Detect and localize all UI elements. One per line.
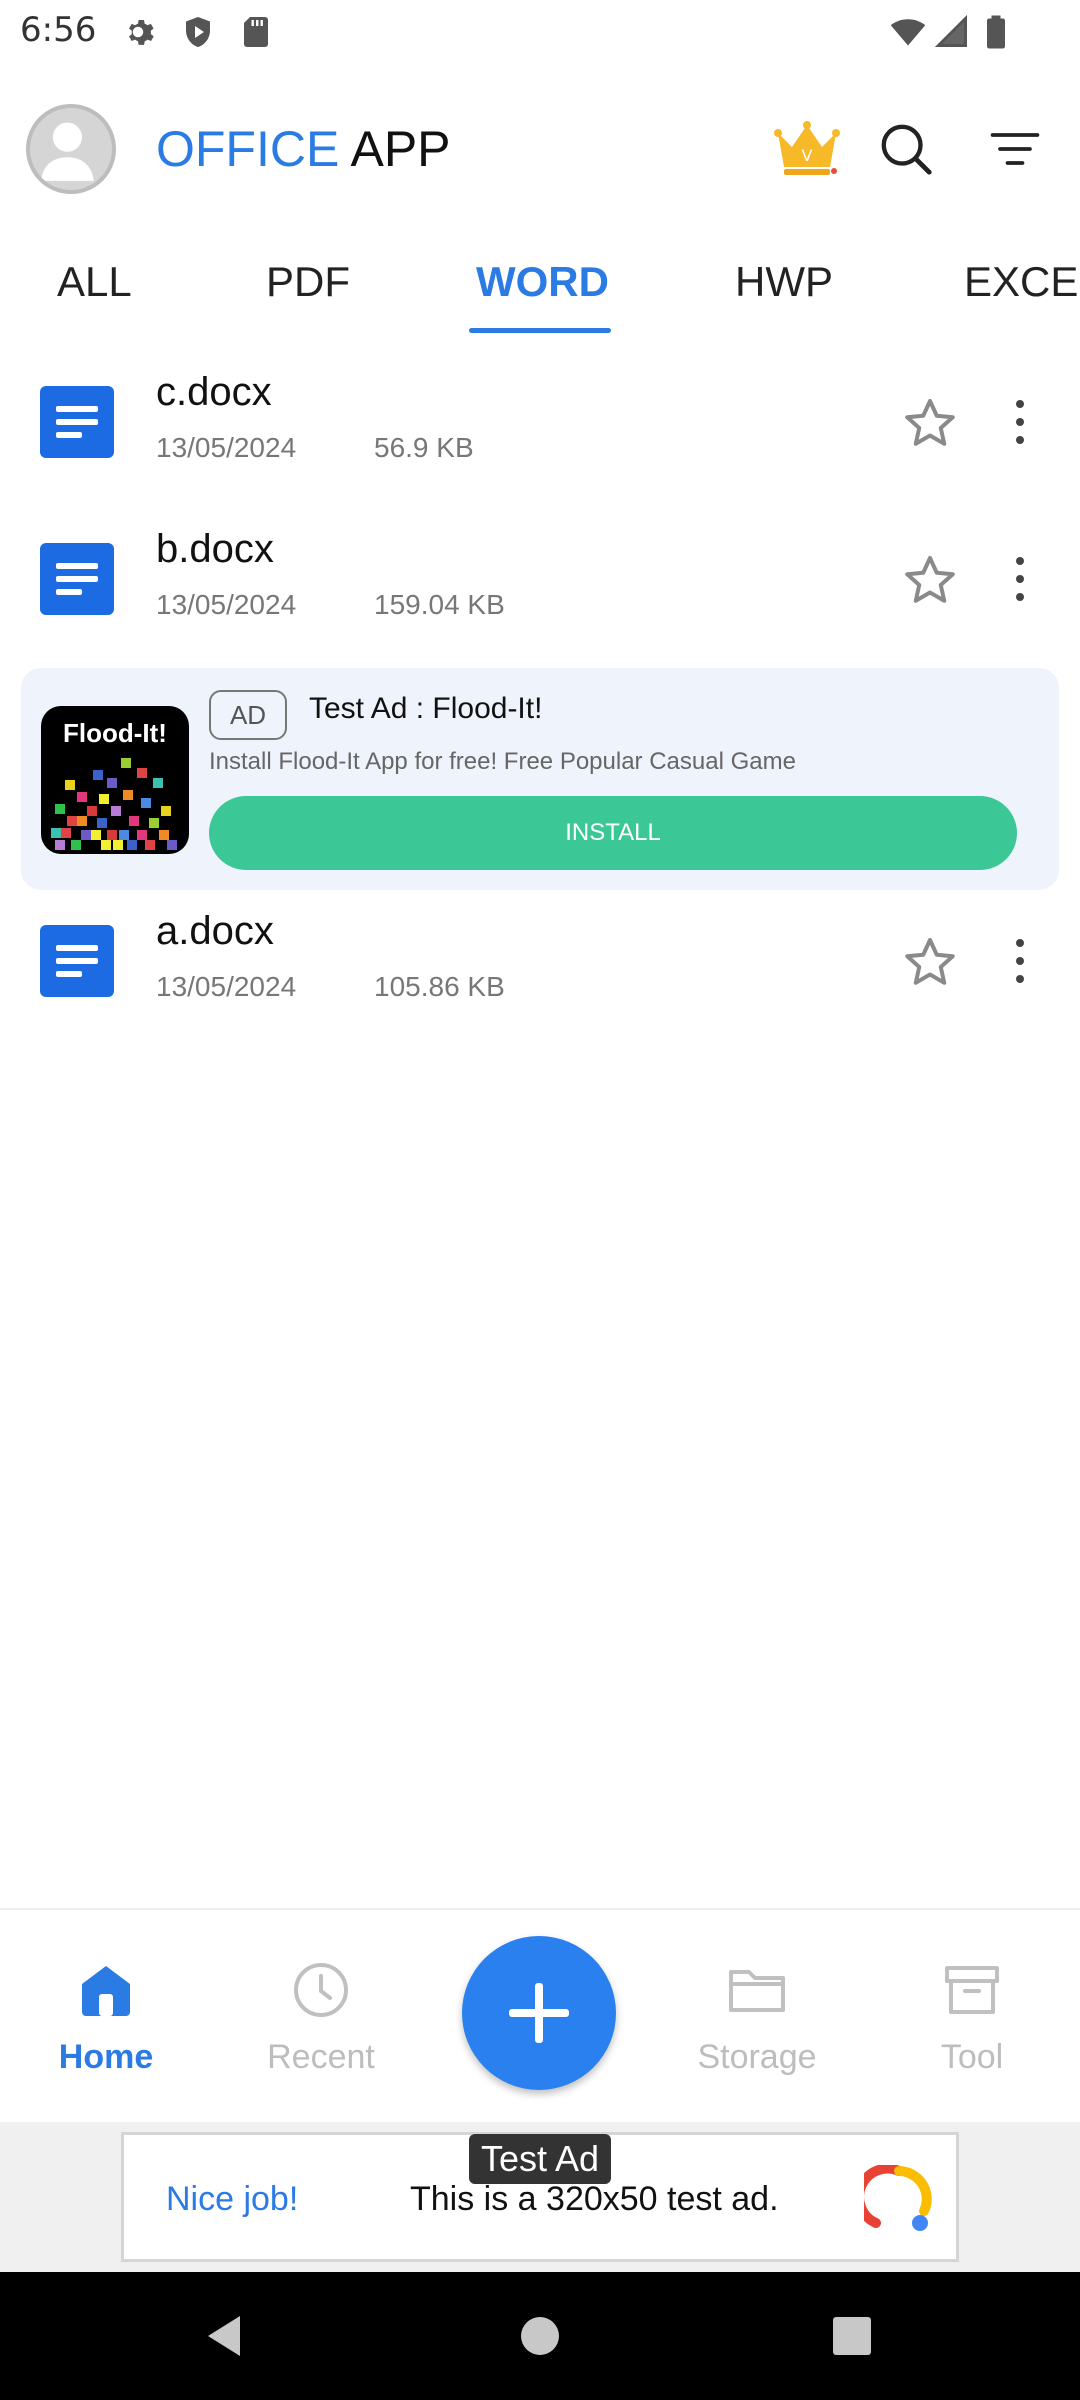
ad-app-image[interactable]: Flood-It! [41, 706, 189, 854]
file-row[interactable]: a.docx 13/05/2024 105.86 KB [0, 889, 1080, 1039]
premium-crown-icon: V [774, 121, 840, 175]
app-title: OFFICE APP [156, 120, 451, 178]
crown-letter: V [802, 146, 813, 165]
filter-button[interactable] [980, 114, 1050, 184]
tab-hwp[interactable]: HWP [735, 258, 833, 306]
category-tabs: ALL PDF WORD HWP EXCEL [0, 248, 1080, 338]
tab-excel[interactable]: EXCEL [964, 258, 1080, 306]
file-name: a.docx [156, 909, 274, 953]
clock-icon [294, 1963, 348, 2017]
ad-badge: AD [209, 690, 287, 740]
word-document-icon [40, 386, 114, 458]
app-title-app: APP [350, 121, 451, 177]
system-navigation-bar [0, 2272, 1080, 2400]
file-row[interactable]: b.docx 13/05/2024 159.04 KB [0, 507, 1080, 657]
add-file-button[interactable] [462, 1936, 616, 2090]
battery-icon [987, 15, 1005, 49]
nav-home-label: Home [58, 2038, 154, 2076]
nav-recent-label: Recent [267, 2038, 375, 2076]
app-header: OFFICE APP V [0, 90, 1080, 210]
file-name: b.docx [156, 527, 274, 571]
test-ad-tag: Test Ad [469, 2134, 611, 2184]
nav-storage-label: Storage [697, 2038, 817, 2076]
more-options-icon[interactable] [1000, 929, 1040, 993]
nav-storage[interactable]: Storage [657, 1910, 857, 2124]
star-icon[interactable] [900, 551, 960, 611]
user-icon [40, 122, 94, 181]
search-icon [881, 124, 932, 175]
profile-avatar[interactable] [26, 104, 116, 194]
more-options-icon[interactable] [1000, 390, 1040, 454]
ad-description: Install Flood-It App for free! Free Popu… [209, 748, 796, 775]
folder-icon [729, 1970, 785, 2012]
tab-word[interactable]: WORD [476, 258, 609, 306]
file-date: 13/05/2024 [156, 432, 297, 463]
file-row[interactable]: c.docx 13/05/2024 56.9 KB [0, 350, 1080, 500]
file-date: 13/05/2024 [156, 971, 297, 1002]
nav-home[interactable]: Home [6, 1910, 206, 2124]
file-size: 56.9 KB [374, 432, 474, 463]
recents-square-icon[interactable] [822, 2306, 882, 2366]
plus-icon [509, 1983, 569, 2043]
file-size: 105.86 KB [374, 971, 505, 1002]
nav-recent[interactable]: Recent [221, 1910, 421, 2124]
star-icon[interactable] [900, 394, 960, 454]
active-tab-indicator [469, 328, 611, 333]
home-circle-icon[interactable] [510, 2306, 570, 2366]
banner-nice-text: Nice job! [166, 2180, 299, 2218]
sd-card-icon [244, 17, 268, 47]
word-document-icon [40, 925, 114, 997]
tab-pdf[interactable]: PDF [266, 258, 350, 306]
signal-icon [934, 14, 967, 47]
app-title-office: OFFICE [156, 121, 340, 177]
status-time: 6:56 [20, 10, 97, 50]
status-bar: 6:56 [0, 0, 1080, 64]
bottom-navigation: Home Recent Storage Tool [0, 1908, 1080, 2122]
file-size: 159.04 KB [374, 589, 505, 620]
tab-all[interactable]: ALL [57, 258, 132, 306]
banner-ad-text: This is a 320x50 test ad. [410, 2180, 779, 2218]
more-options-icon[interactable] [1000, 547, 1040, 611]
archive-box-icon [945, 1966, 999, 2014]
back-icon[interactable] [196, 2306, 256, 2366]
file-name: c.docx [156, 370, 272, 414]
filter-icon [990, 133, 1040, 165]
nav-tool[interactable]: Tool [872, 1910, 1072, 2124]
home-icon [82, 1966, 130, 2016]
flood-it-pixels-icon [51, 758, 177, 850]
file-date: 13/05/2024 [156, 589, 297, 620]
ad-network-logo-icon [864, 2165, 932, 2231]
ad-title[interactable]: Test Ad : Flood-It! [309, 692, 542, 726]
native-ad-card[interactable]: Flood-It! AD Test Ad: Flood-It! Install… [21, 668, 1059, 890]
search-button[interactable] [871, 114, 941, 184]
shield-play-icon [186, 17, 210, 47]
star-icon[interactable] [900, 933, 960, 993]
nav-tool-label: Tool [940, 2038, 1004, 2076]
install-button[interactable]: INSTALL [209, 796, 1017, 870]
word-document-icon [40, 543, 114, 615]
gear-icon [129, 20, 154, 45]
wifi-icon [890, 19, 926, 46]
premium-button[interactable]: V [772, 114, 842, 184]
